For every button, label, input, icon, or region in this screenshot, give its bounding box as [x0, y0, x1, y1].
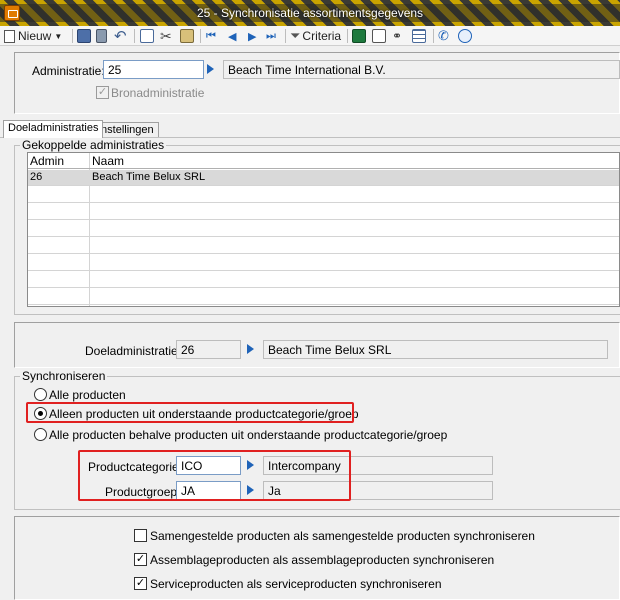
administratie-label: Administratie:: [32, 64, 105, 78]
linked-admin-table: Admin Naam 26 Beach Time Belux SRL: [27, 152, 620, 307]
radio-alle-behalve-categorie[interactable]: [34, 428, 47, 441]
web-button[interactable]: [458, 27, 472, 45]
find-button[interactable]: ⚭: [392, 27, 402, 45]
radio-alle-producten[interactable]: [34, 388, 47, 401]
dropdown-arrow-icon: ▼: [54, 31, 63, 41]
productcategorie-input[interactable]: ICO: [176, 456, 241, 475]
administratie-input[interactable]: 25: [103, 60, 204, 79]
phone-button[interactable]: ✆: [438, 27, 449, 45]
administratie-name-field: Beach Time International B.V.: [223, 60, 620, 79]
previous-record-icon: ◀: [228, 30, 237, 43]
table-row-empty[interactable]: [28, 272, 619, 288]
cell-naam: Beach Time Belux SRL: [92, 171, 206, 183]
grid-button[interactable]: [412, 27, 426, 45]
globe-icon: [458, 29, 472, 43]
save-icon: [77, 29, 91, 43]
previous-record-button[interactable]: ◀: [228, 27, 236, 45]
undo-button[interactable]: ↶: [114, 27, 127, 45]
assemblage-checkbox[interactable]: ✓: [134, 553, 147, 566]
report-button[interactable]: [372, 27, 386, 45]
table-row-empty[interactable]: [28, 221, 619, 237]
new-button[interactable]: Nieuw ▼: [4, 27, 62, 45]
grid-icon: [412, 29, 426, 43]
bronadministratie-checkbox: ✓: [96, 86, 109, 99]
productcategorie-lookup-arrow-icon[interactable]: [247, 460, 254, 470]
column-header-naam[interactable]: Naam: [90, 154, 124, 168]
radio-alleen-categorie-label: Alleen producten uit onderstaande produc…: [49, 407, 359, 421]
linked-group-label: Gekoppelde administraties: [20, 138, 167, 152]
new-document-icon: [4, 29, 15, 43]
radio-alle-producten-label: Alle producten: [49, 388, 126, 402]
trash-icon: [96, 29, 107, 43]
administratie-lookup-arrow-icon[interactable]: [207, 64, 214, 74]
productcategorie-name-field: Intercompany: [263, 456, 493, 475]
tab-doeladministraties[interactable]: Doeladministraties: [3, 120, 104, 138]
last-record-button[interactable]: ⏭: [266, 27, 276, 45]
title-bar: 25 - Synchronisatie assortimentsgegevens: [0, 0, 620, 26]
paste-icon: [180, 29, 194, 43]
criteria-button-label: Criteria: [302, 29, 342, 43]
phone-icon: ✆: [438, 28, 449, 43]
save-button[interactable]: [77, 27, 91, 45]
table-row-empty[interactable]: [28, 204, 619, 220]
binoculars-icon: ⚭: [392, 29, 403, 43]
assemblage-label: Assemblageproducten als assemblageproduc…: [150, 553, 495, 567]
table-row-empty[interactable]: [28, 187, 619, 203]
doeladministratie-label: Doeladministratie:: [85, 344, 182, 358]
column-header-admin[interactable]: Admin: [28, 154, 64, 168]
table-row-empty[interactable]: [28, 289, 619, 305]
sync-group-label: Synchroniseren: [20, 369, 108, 383]
productgroep-lookup-arrow-icon[interactable]: [247, 485, 254, 495]
productcategorie-label: Productcategorie:: [88, 460, 183, 474]
first-record-button[interactable]: ⏮: [206, 27, 216, 45]
table-header: Admin Naam: [28, 153, 619, 169]
cell-admin: 26: [30, 171, 43, 183]
table-row-empty[interactable]: [28, 255, 619, 271]
new-button-label: Nieuw: [18, 29, 52, 43]
excel-export-button[interactable]: [352, 27, 366, 45]
window-title: 25 - Synchronisatie assortimentsgegevens: [196, 6, 424, 20]
samengestelde-label: Samengestelde producten als samengesteld…: [150, 529, 535, 543]
copy-button[interactable]: [140, 27, 154, 45]
service-label: Serviceproducten als serviceproducten sy…: [150, 577, 442, 591]
paste-button[interactable]: [180, 27, 194, 45]
copy-icon: [140, 29, 154, 43]
table-row[interactable]: 26 Beach Time Belux SRL: [28, 170, 619, 186]
cut-button[interactable]: ✂: [160, 27, 172, 45]
radio-alle-behalve-categorie-label: Alle producten behalve producten uit ond…: [49, 428, 448, 442]
toolbar: Nieuw ▼ ↶ ✂ ⏮ ◀ ▶ ⏭ ⏷ Criteria ⚭ ✆: [0, 26, 620, 46]
next-record-icon: ▶: [248, 30, 257, 43]
last-record-icon: ⏭: [266, 29, 276, 42]
report-icon: [372, 29, 386, 43]
doeladministratie-input: 26: [176, 340, 241, 359]
undo-icon: ↶: [114, 28, 127, 45]
delete-button[interactable]: [96, 27, 107, 45]
criteria-button[interactable]: ⏷ Criteria: [290, 27, 341, 45]
samengestelde-checkbox[interactable]: [134, 529, 147, 542]
excel-icon: [352, 29, 366, 43]
first-record-icon: ⏮: [206, 29, 216, 42]
doeladministratie-name-field: Beach Time Belux SRL: [263, 340, 608, 359]
productgroep-name-field: Ja: [263, 481, 493, 500]
productgroep-input[interactable]: JA: [176, 481, 241, 500]
radio-alleen-categorie[interactable]: [34, 407, 47, 420]
next-record-button[interactable]: ▶: [248, 27, 256, 45]
bronadministratie-label: Bronadministratie: [111, 86, 205, 100]
productgroep-label: Productgroep:: [105, 485, 181, 499]
scissors-icon: ✂: [160, 27, 172, 44]
table-row-empty[interactable]: [28, 238, 619, 254]
filter-icon: ⏷: [290, 28, 301, 43]
service-checkbox[interactable]: ✓: [134, 577, 147, 590]
doeladministratie-lookup-arrow-icon[interactable]: [247, 344, 254, 354]
